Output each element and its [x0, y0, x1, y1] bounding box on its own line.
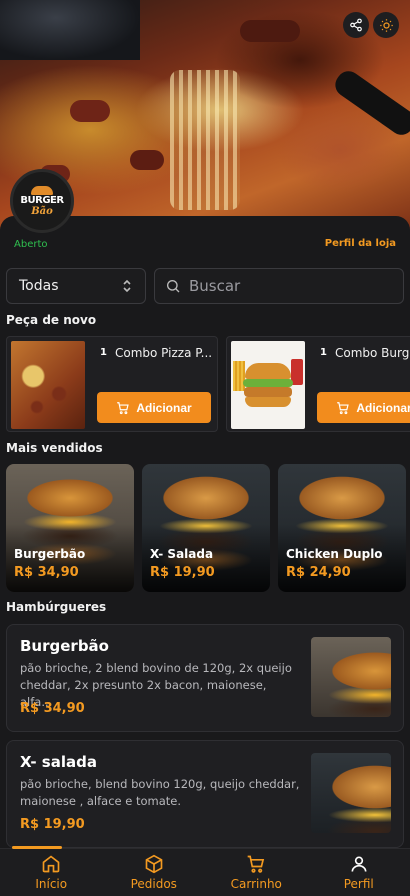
chevron-up-down-icon [123, 279, 131, 293]
menu-item-description: pão brioche, blend bovino 120g, queijo c… [20, 777, 300, 808]
add-button-label: Adicionar [356, 400, 410, 415]
nav-label: Pedidos [130, 877, 177, 891]
store-profile-link[interactable]: Perfil da loja [325, 238, 396, 249]
nav-label: Perfil [343, 877, 374, 891]
best-seller-card[interactable]: Burgerbão R$ 34,90 [6, 464, 134, 592]
store-logo: BURGER Bão [10, 169, 74, 233]
cart-icon [337, 401, 350, 414]
reorder-item-qty: 1 [320, 347, 327, 358]
bottom-navigation: Início Pedidos Carrinho Perfil [0, 846, 410, 896]
app-root: BURGER Bão Aberto Perfil da loja Todas P… [0, 0, 410, 896]
menu-item[interactable]: X- salada pão brioche, blend bovino 120g… [6, 740, 404, 848]
search-icon [167, 280, 180, 293]
logo-text-2: Bão [31, 205, 53, 217]
user-icon [351, 856, 367, 872]
menu-item-name: Burgerbão [20, 637, 109, 655]
box-icon [145, 854, 163, 874]
burger-logo-icon [31, 185, 53, 195]
best-seller-price: R$ 34,90 [14, 565, 79, 580]
nav-profile[interactable]: Perfil [308, 849, 410, 896]
nav-label: Início [35, 877, 68, 891]
search-input[interactable] [189, 277, 393, 295]
reorder-card: 1 Combo Pizza P... Adicionar [6, 336, 218, 432]
share-icon [350, 18, 362, 32]
reorder-card: 1 Combo Burg... Adicionar [226, 336, 410, 432]
nav-cart[interactable]: Carrinho [205, 849, 308, 896]
theme-toggle-button[interactable] [373, 12, 399, 38]
active-tab-indicator [12, 846, 62, 849]
nav-label: Carrinho [230, 877, 282, 891]
reorder-item-name: Combo Burg... [335, 346, 410, 360]
best-seller-price: R$ 19,90 [150, 565, 215, 580]
reorder-section-title: Peça de novo [6, 313, 97, 327]
best-sellers-title: Mais vendidos [6, 441, 103, 455]
category-select-value: Todas [19, 278, 59, 294]
add-button-label: Adicionar [136, 400, 192, 415]
menu-item[interactable]: Burgerbão pão brioche, 2 blend bovino de… [6, 624, 404, 732]
nav-orders[interactable]: Pedidos [103, 849, 206, 896]
best-seller-price: R$ 24,90 [286, 565, 351, 580]
menu-item-image [311, 753, 391, 833]
reorder-item-name: Combo Pizza P... [115, 346, 213, 360]
reorder-item-qty: 1 [100, 347, 107, 358]
add-to-cart-button[interactable]: Adicionar [317, 392, 410, 423]
best-seller-name: Burgerbão [14, 547, 86, 561]
sun-icon [379, 18, 393, 32]
best-seller-card[interactable]: Chicken Duplo R$ 24,90 [278, 464, 406, 592]
store-status: Aberto [14, 239, 48, 250]
logo-text-1: BURGER [20, 194, 64, 206]
reorder-item-image [231, 341, 305, 429]
menu-item-price: R$ 34,90 [20, 701, 85, 716]
menu-item-name: X- salada [20, 753, 97, 771]
reorder-item-image [11, 341, 85, 429]
search-field[interactable] [154, 268, 404, 304]
share-button[interactable] [343, 12, 369, 38]
add-to-cart-button[interactable]: Adicionar [97, 392, 211, 423]
home-icon [42, 855, 60, 873]
cart-icon [247, 855, 265, 873]
menu-item-price: R$ 19,90 [20, 817, 85, 832]
best-seller-name: X- Salada [150, 547, 214, 561]
category-select[interactable]: Todas [6, 268, 146, 304]
burgers-section-title: Hambúrgueres [6, 600, 107, 614]
nav-home[interactable]: Início [0, 849, 103, 896]
best-seller-name: Chicken Duplo [286, 547, 383, 561]
best-seller-card[interactable]: X- Salada R$ 19,90 [142, 464, 270, 592]
cart-icon [117, 401, 130, 414]
menu-item-image [311, 637, 391, 717]
